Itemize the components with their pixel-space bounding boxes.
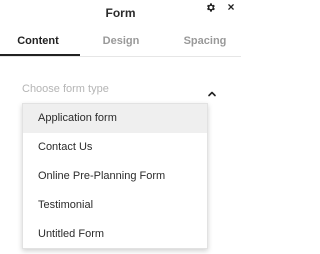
panel-header: Form × xyxy=(0,0,241,28)
gear-icon[interactable] xyxy=(204,0,216,14)
active-tab-indicator xyxy=(0,54,80,56)
form-type-dropdown: Application form Contact Us Online Pre-P… xyxy=(22,103,208,249)
tab-content[interactable]: Content xyxy=(0,35,76,47)
form-type-select[interactable]: Choose form type xyxy=(22,80,222,102)
form-type-placeholder: Choose form type xyxy=(22,83,109,95)
form-settings-panel: Form × Content Design Spacing Choose for… xyxy=(0,0,241,254)
dropdown-option-testimonial[interactable]: Testimonial xyxy=(23,191,207,220)
tab-design[interactable]: Design xyxy=(86,35,156,47)
close-icon[interactable]: × xyxy=(225,0,237,14)
dropdown-option-online-pre-planning-form[interactable]: Online Pre-Planning Form xyxy=(23,162,207,191)
tab-bar: Content Design Spacing xyxy=(0,28,241,57)
dropdown-option-contact-us[interactable]: Contact Us xyxy=(23,133,207,162)
dropdown-option-application-form[interactable]: Application form xyxy=(23,104,207,133)
chevron-up-icon[interactable] xyxy=(207,86,217,97)
dropdown-option-untitled-form[interactable]: Untitled Form xyxy=(23,220,207,249)
tab-spacing[interactable]: Spacing xyxy=(172,35,238,47)
